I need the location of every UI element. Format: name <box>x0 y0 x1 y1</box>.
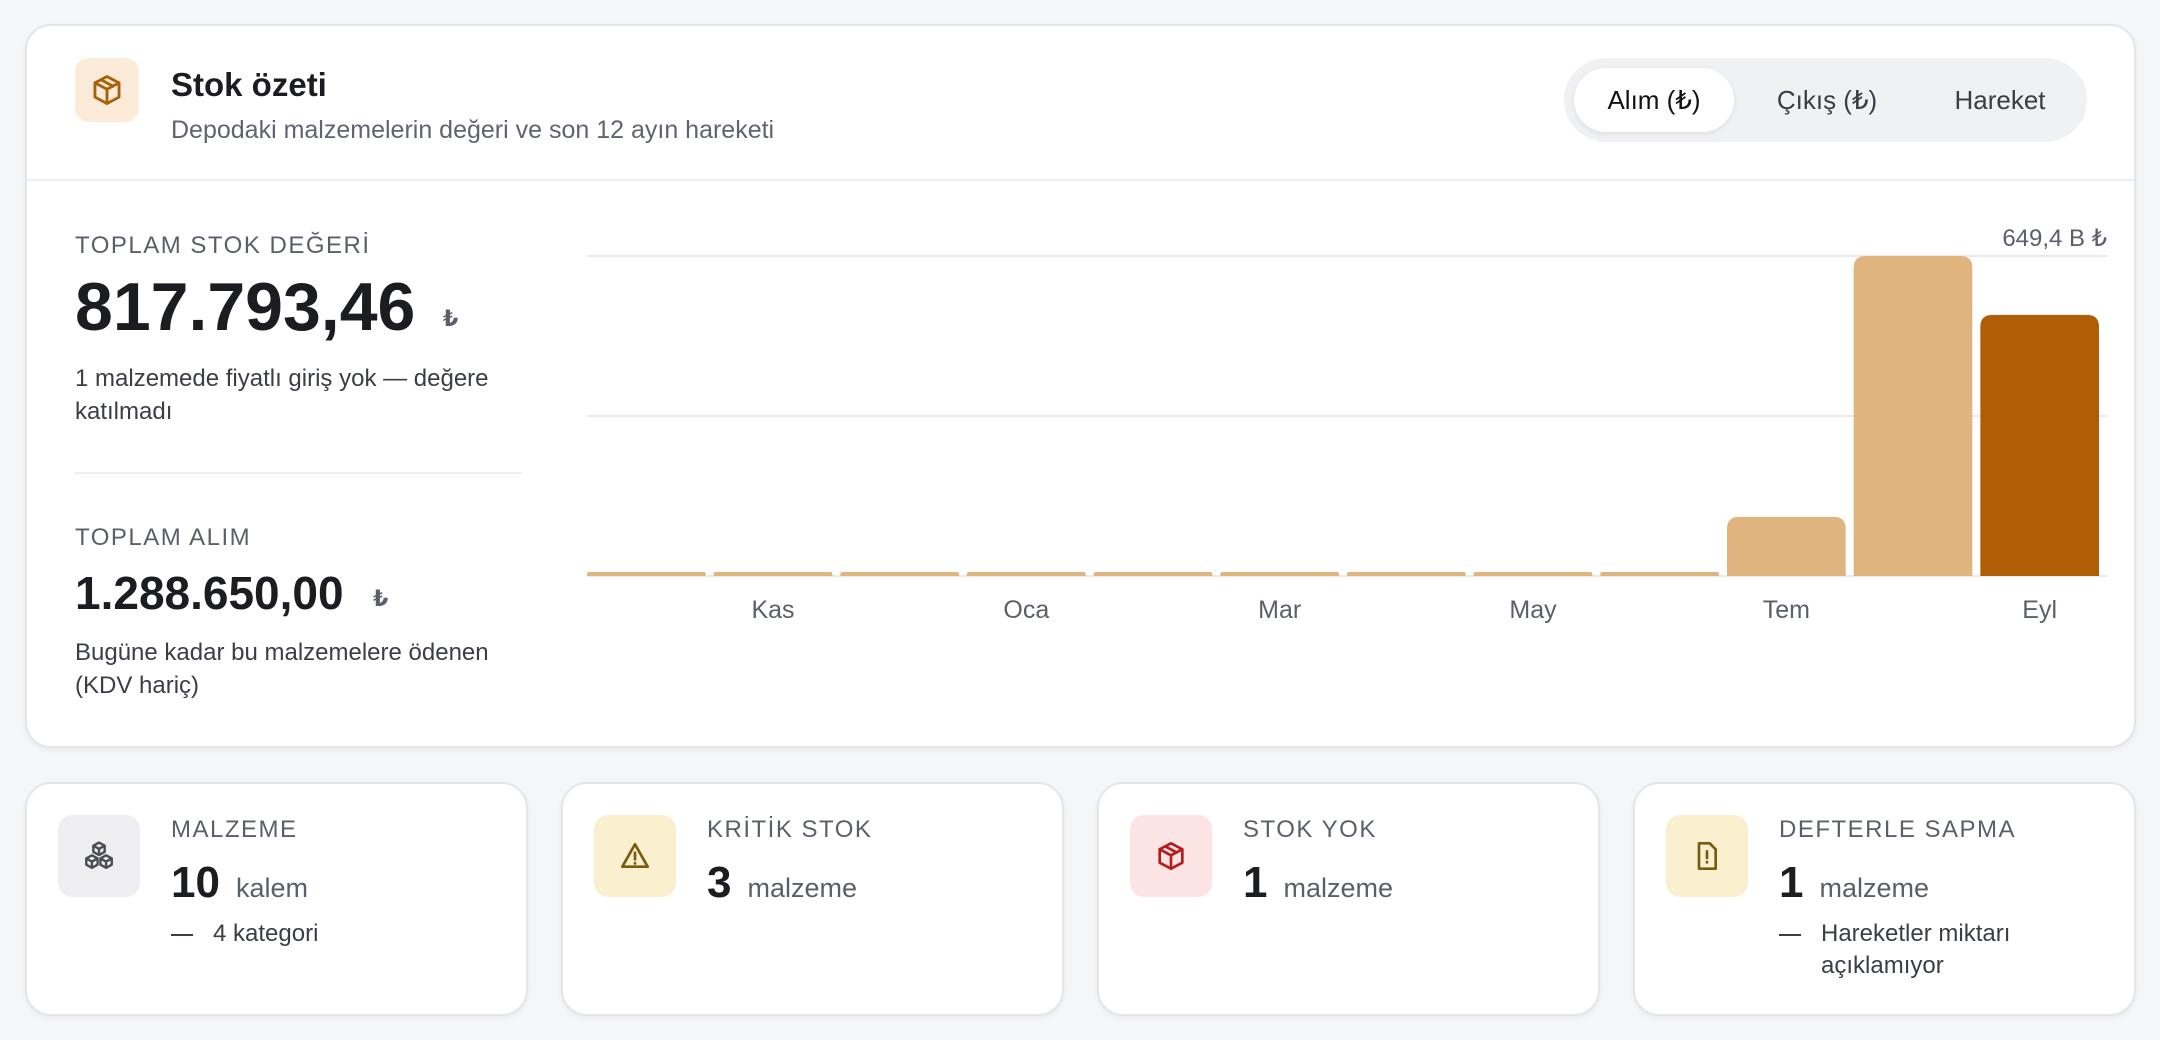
stat-unit: kalem <box>235 873 308 903</box>
stat-card-defterle-sapma: DEFTERLE SAPMA 1 malzeme Hareketler mikt… <box>1633 782 2136 1016</box>
tab-alim[interactable]: Alım (₺) <box>1574 68 1734 132</box>
package-icon <box>75 58 139 122</box>
stat-value-row: 1 malzeme <box>1243 858 1393 908</box>
bar <box>587 572 706 576</box>
x-tick-label: Kas <box>751 596 794 624</box>
purchase-total-label: TOPLAM ALIM <box>75 524 252 551</box>
stat-card-kritik-stok: KRİTİK STOK 3 malzeme <box>561 782 1064 1016</box>
bar <box>1727 516 1846 576</box>
stat-value-row: 3 malzeme <box>707 858 857 908</box>
stat-label: STOK YOK <box>1243 816 1377 843</box>
stat-card-stok-yok: STOK YOK 1 malzeme <box>1097 782 1600 1016</box>
stat-footer-text: 4 kategori <box>213 920 319 947</box>
purchase-total-amount: 1.288.650,00 <box>75 567 344 619</box>
dash-icon <box>1779 934 1801 936</box>
stat-label: MALZEME <box>171 816 298 843</box>
purchase-total-currency: ₺ <box>373 586 389 611</box>
package-icon <box>1130 815 1212 897</box>
bar <box>1093 572 1213 576</box>
stock-value-label: TOPLAM STOK DEĞERİ <box>75 232 371 259</box>
page-title: Stok özeti <box>171 66 327 103</box>
tab-cikis[interactable]: Çıkış (₺) <box>1742 68 1912 132</box>
stock-value-currency: ₺ <box>443 306 459 331</box>
x-tick-label: Oca <box>1003 596 1049 624</box>
stat-label: KRİTİK STOK <box>707 816 873 843</box>
stat-value-row: 1 malzeme <box>1779 858 1929 908</box>
warning-icon <box>594 815 676 897</box>
stat-number: 1 <box>1779 858 1804 907</box>
stat-unit: malzeme <box>1283 873 1394 903</box>
chart-mode-toggle: Alım (₺) Çıkış (₺) Hareket <box>1564 58 2087 142</box>
card-header: Stok özeti Depodaki malzemelerin değeri … <box>27 26 2134 181</box>
stat-footer: Hareketler miktarı açıklamıyor <box>1779 918 2119 982</box>
stock-value-note: 1 malzemede fiyatlı giriş yok — değere k… <box>75 365 489 425</box>
monthly-bar-chart: 649,4 B ₺ Kas Oca Mar May Tem Eyl <box>587 225 2107 624</box>
bar <box>1853 256 1973 576</box>
max-value-label: 649,4 B ₺ <box>2002 225 2107 252</box>
x-tick-label: Eyl <box>2022 596 2057 624</box>
stock-value-amount: 817.793,46 <box>75 269 416 345</box>
stat-unit: malzeme <box>747 873 858 903</box>
stat-value-row: 10 kalem <box>171 858 308 908</box>
page-subtitle: Depodaki malzemelerin değeri ve son 12 a… <box>171 116 775 144</box>
bar <box>1220 572 1339 576</box>
tab-hareket[interactable]: Hareket <box>1920 68 2080 132</box>
bar <box>1600 572 1719 576</box>
stat-footer-text: Hareketler miktarı açıklamıyor <box>1821 920 2011 979</box>
stat-number: 10 <box>171 858 220 907</box>
bar <box>713 572 833 576</box>
cubes-icon <box>58 815 140 897</box>
stat-label: DEFTERLE SAPMA <box>1779 816 2017 843</box>
bar <box>840 572 959 576</box>
x-tick-label: May <box>1509 596 1557 624</box>
stock-summary-card: Stok özeti Depodaki malzemelerin değeri … <box>25 24 2136 748</box>
bar <box>967 572 1086 576</box>
stat-footer: 4 kategori <box>171 918 318 950</box>
stat-unit: malzeme <box>1819 873 1930 903</box>
file-alert-icon <box>1666 815 1748 897</box>
stat-card-malzeme: MALZEME 10 kalem 4 kategori <box>25 782 528 1016</box>
x-tick-label: Mar <box>1258 596 1301 624</box>
stats-divider <box>75 472 522 474</box>
dash-icon <box>171 934 193 936</box>
stat-number: 1 <box>1243 858 1268 907</box>
purchase-total-note: Bugüne kadar bu malzemelere ödenen (KDV … <box>75 639 489 699</box>
stat-number: 3 <box>707 858 732 907</box>
bar <box>1347 572 1466 576</box>
bar <box>1980 314 2099 576</box>
bar <box>1473 572 1593 576</box>
x-tick-label: Tem <box>1763 596 1810 624</box>
